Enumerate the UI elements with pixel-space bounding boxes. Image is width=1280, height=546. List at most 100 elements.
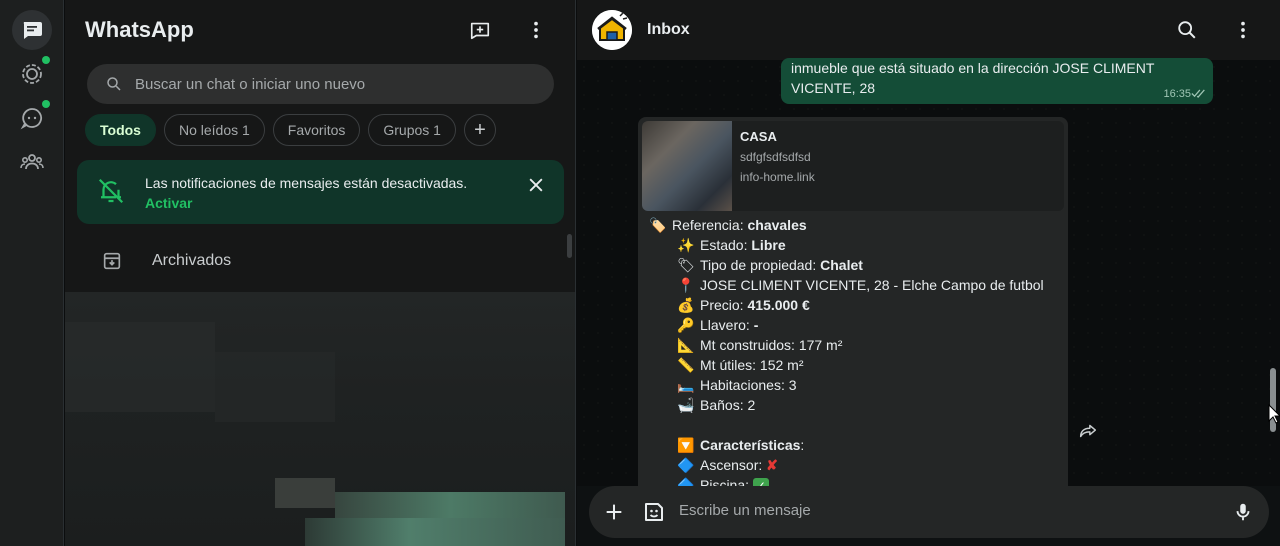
chats-nav-button[interactable] — [12, 10, 52, 50]
llavero-label: Llavero: — [700, 317, 754, 333]
preview-title: CASA — [740, 129, 777, 144]
plus-icon[interactable] — [603, 501, 625, 523]
avatar[interactable] — [592, 10, 632, 50]
search-bar[interactable] — [87, 64, 554, 104]
search-icon — [107, 77, 121, 91]
tipo-value: Chalet — [820, 257, 863, 273]
message-input[interactable] — [679, 502, 1159, 519]
notice-text: Las notificaciones de mensajes están des… — [145, 175, 468, 191]
notifications-banner: Las notificaciones de mensajes están des… — [77, 160, 564, 224]
line-llavero: 🔑 Llavero: - — [648, 315, 1068, 335]
archived-label: Archivados — [152, 252, 232, 269]
ref-value: chavales — [747, 217, 807, 233]
conversation-panel: Inbox inmueble que está situado en la di… — [577, 0, 1280, 546]
down-arrow-icon: 🔽 — [677, 437, 695, 453]
label-icon: 🏷 — [677, 257, 695, 273]
outgoing-message[interactable]: inmueble que está situado en la direcció… — [781, 58, 1213, 104]
line-banos: 🛁 Baños: 2 — [648, 395, 1068, 415]
tag-icon: 🏷️ — [649, 217, 667, 233]
blur-block — [275, 478, 335, 508]
app-title: WhatsApp — [85, 17, 194, 42]
blur-block — [305, 518, 565, 546]
outgoing-line: VICENTE, 28 — [791, 80, 876, 96]
line-habitaciones: 🛏️ Habitaciones: 3 — [648, 375, 1068, 395]
double-check-icon — [1191, 89, 1205, 98]
habitaciones: Habitaciones: 3 — [700, 377, 797, 393]
whatsapp-app: WhatsApp Todos No leídos 1 Favoritos Gru… — [0, 0, 1280, 546]
filter-unread[interactable]: No leídos 1 — [163, 114, 265, 146]
sticker-emoji-icon[interactable] — [642, 500, 666, 524]
key-icon: 🔑 — [677, 317, 695, 333]
caracteristicas-suffix: : — [800, 437, 805, 453]
status-icon — [22, 64, 42, 84]
message-time: 16:35 — [1163, 88, 1191, 100]
composer-box — [589, 486, 1269, 538]
line-tipo: 🏷 Tipo de propiedad: Chalet — [648, 255, 1068, 275]
forward-icon[interactable] — [1077, 420, 1099, 442]
incoming-message[interactable]: CASA sdfgfsdfsdfsd info-home.link 🏷️ Refe… — [638, 117, 1068, 497]
blur-block — [215, 352, 335, 422]
archive-icon — [103, 252, 121, 270]
communities-icon — [20, 154, 44, 170]
search-input[interactable] — [135, 75, 535, 93]
more-vert-icon — [534, 21, 538, 39]
line-construidos: 📐 Mt construidos: 177 m² — [648, 335, 1068, 355]
message-body: 🏷️ Referencia: chavales ✨ Estado: Libre 🏷 T… — [648, 215, 1068, 495]
outgoing-line: inmueble que está situado en la direcció… — [791, 60, 1155, 76]
line-referencia: 🏷️ Referencia: chavales — [648, 215, 1068, 235]
preview-description: sdfgfsdfsdfsd — [740, 150, 811, 164]
line-caracteristicas: 🔽 Características: — [648, 435, 1068, 455]
llavero-value: - — [753, 317, 759, 333]
tipo-label: Tipo de propiedad: — [700, 257, 821, 273]
blurred-chat-list — [65, 292, 575, 546]
add-filter-button[interactable]: + — [463, 114, 496, 146]
channels-badge — [42, 100, 50, 108]
ruler-icon: 📏 — [677, 357, 695, 373]
estado-label: Estado: — [700, 237, 752, 253]
filter-favorites[interactable]: Favoritos — [272, 114, 361, 146]
status-badge — [42, 56, 50, 64]
enable-notifications-link[interactable]: Activar — [145, 195, 192, 211]
conversation-header[interactable]: Inbox — [577, 0, 1280, 60]
communities-nav-button[interactable] — [12, 142, 52, 182]
line-estado: ✨ Estado: Libre — [648, 235, 1068, 255]
filter-groups[interactable]: Grupos 1 — [368, 114, 456, 146]
mouse-cursor-icon — [1268, 404, 1280, 424]
list-scrollbar[interactable] — [567, 234, 572, 258]
link-preview[interactable]: CASA sdfgfsdfsdfsd info-home.link — [642, 121, 1064, 211]
ascensor: Ascensor: — [700, 457, 767, 473]
utiles: Mt útiles: 152 m² — [700, 357, 804, 373]
triangle-ruler-icon: 📐 — [677, 337, 695, 353]
pin-icon: 📍 — [677, 277, 695, 293]
menu-button[interactable] — [524, 18, 548, 42]
message-composer — [577, 486, 1280, 546]
chats-icon — [23, 22, 42, 39]
precio-label: Precio: — [700, 297, 748, 313]
channels-icon — [20, 108, 43, 130]
line-precio: 💰 Precio: 415.000 € — [648, 295, 1068, 315]
bed-icon: 🛏️ — [677, 377, 695, 393]
more-vert-icon[interactable] — [1232, 19, 1254, 41]
microphone-icon[interactable] — [1232, 501, 1254, 523]
money-bag-icon: 💰 — [677, 297, 695, 313]
outgoing-text: inmueble que está situado en la direcció… — [791, 58, 1191, 98]
line-ascensor: 🔷 Ascensor: ✘ — [648, 455, 1068, 475]
filter-chips: Todos No leídos 1 Favoritos Grupos 1 + — [85, 114, 496, 146]
ref-label: Referencia: — [672, 217, 748, 233]
new-chat-button[interactable] — [468, 18, 492, 42]
banos: Baños: 2 — [700, 397, 756, 413]
archived-row[interactable]: Archivados — [65, 238, 565, 284]
close-icon[interactable] — [526, 175, 546, 195]
filter-all[interactable]: Todos — [85, 114, 156, 146]
precio-value: 415.000 € — [747, 297, 810, 313]
sparkles-icon: ✨ — [677, 237, 695, 253]
line-direccion: 📍 JOSE CLIMENT VICENTE, 28 - Elche Campo … — [648, 275, 1068, 295]
estado-value: Libre — [751, 237, 786, 253]
bell-off-icon — [98, 178, 124, 204]
line-utiles: 📏 Mt útiles: 152 m² — [648, 355, 1068, 375]
caracteristicas-label: Características — [700, 437, 801, 453]
cross-mark-icon: ✘ — [766, 457, 778, 473]
search-icon[interactable] — [1176, 19, 1198, 41]
preview-site: info-home.link — [740, 170, 815, 184]
